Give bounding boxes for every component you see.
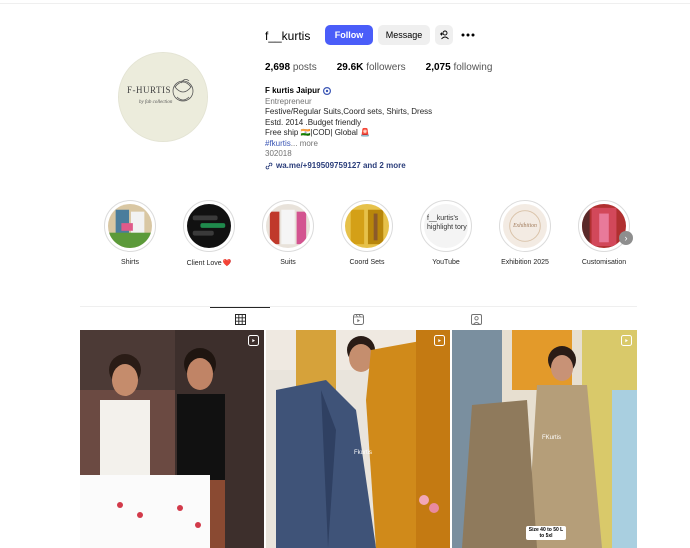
bio-code: 302018 — [265, 149, 292, 158]
following-count[interactable]: 2,075 following — [426, 62, 493, 73]
highlight-cover — [108, 204, 152, 248]
tab-reels[interactable] — [328, 307, 388, 331]
highlight-exhibition-2025[interactable]: Exhibition Exhibition 2025 — [495, 200, 555, 266]
highlight-cover: Exhibition — [503, 204, 547, 248]
reel-indicator-icon — [621, 335, 632, 346]
bio-line: Festive/Regular Suits,Coord sets, Shirts… — [265, 107, 433, 116]
grid-icon — [234, 314, 246, 325]
highlight-shirts[interactable]: Shirts — [100, 200, 160, 266]
story-highlights: Shirts Client Love ❤️ Suits Coord Sets f_… — [100, 200, 640, 272]
tab-posts[interactable] — [210, 307, 270, 331]
external-link[interactable]: wa.me/+919509759127 and 2 more — [265, 161, 525, 172]
highlight-coord-sets[interactable]: Coord Sets — [337, 200, 397, 266]
profile-username: f__kurtis — [265, 29, 311, 43]
tagged-icon — [470, 313, 482, 325]
reels-icon — [352, 313, 364, 325]
posts-grid: Fkurtis FKurtis Size 40 to 50 L to 5xl — [80, 330, 637, 548]
top-divider — [0, 0, 690, 4]
profile-display-name: F kurtis Jaipur — [265, 86, 525, 97]
followers-count[interactable]: 29.6K followers — [337, 62, 406, 73]
svg-text:F-HURTIS: F-HURTIS — [127, 85, 171, 95]
more-dots-icon — [461, 33, 475, 37]
highlight-label: Shirts — [121, 259, 139, 266]
reel-indicator-icon — [434, 335, 445, 346]
message-button[interactable]: Message — [378, 25, 430, 45]
highlight-cover — [187, 204, 231, 248]
more-options-button[interactable] — [459, 25, 477, 45]
highlight-label: Suits — [280, 259, 296, 266]
profile-category: Entrepreneur — [265, 96, 312, 106]
tab-tagged[interactable] — [446, 307, 506, 331]
highlight-label: YouTube — [432, 259, 460, 266]
highlight-suits[interactable]: Suits — [258, 200, 318, 266]
highlight-cover — [345, 204, 389, 248]
profile-stats: 2,698 posts 29.6K followers 2,075 follow… — [265, 62, 512, 73]
post-tile[interactable]: FKurtis Size 40 to 50 L to 5xl — [452, 330, 637, 548]
size-badge: Size 40 to 50 L to 5xl — [526, 526, 566, 540]
highlight-label: Customisation — [581, 259, 627, 266]
profile-avatar[interactable]: F-HURTIS by fab collection — [118, 52, 208, 142]
avatar-logo-image: F-HURTIS by fab collection — [119, 53, 207, 141]
reel-indicator-icon — [248, 335, 259, 346]
post-tile[interactable] — [80, 330, 264, 548]
post-watermark: FKurtis — [542, 435, 562, 441]
more-link[interactable]: ... more — [291, 139, 318, 148]
highlight-client-love[interactable]: Client Love ❤️ — [179, 200, 239, 267]
svg-text:by fab collection: by fab collection — [139, 100, 173, 105]
chevron-right-icon[interactable]: › — [619, 231, 633, 245]
follow-button[interactable]: Follow — [325, 25, 373, 45]
add-user-icon — [440, 30, 449, 40]
post-image — [80, 330, 264, 548]
bio-hashtag-row: #fkurtis... more — [265, 139, 525, 150]
svg-text:Exhibition: Exhibition — [512, 223, 537, 229]
highlight-label: Coord Sets — [349, 259, 385, 266]
bio-line: Free ship 🇮🇳|COD| Global 🚨 — [265, 128, 370, 137]
threads-badge-icon[interactable] — [323, 87, 332, 96]
post-tile[interactable]: Fkurtis — [266, 330, 450, 548]
link-icon — [265, 162, 273, 170]
profile-bio: F kurtis Jaipur Entrepreneur Festive/Reg… — [265, 86, 525, 171]
heart-icon: ❤️ — [222, 260, 232, 267]
highlight-cover — [266, 204, 310, 248]
profile-tabs — [80, 306, 637, 330]
highlight-cover-text: f__kurtis's highlight tory — [427, 215, 467, 231]
hashtag-link[interactable]: #fkurtis — [265, 139, 291, 148]
posts-count: 2,698 posts — [265, 62, 317, 73]
post-watermark: Fkurtis — [354, 450, 372, 456]
highlight-youtube[interactable]: f__kurtis's highlight tory YouTube — [416, 200, 476, 266]
suggested-users-button[interactable] — [435, 25, 453, 45]
highlight-label: Exhibition 2025 — [501, 259, 549, 266]
bio-line: Estd. 2014 .Budget friendly — [265, 117, 362, 127]
post-image — [266, 330, 450, 548]
highlight-cover: f__kurtis's highlight tory — [424, 204, 468, 248]
highlight-label: Client Love — [186, 259, 222, 267]
